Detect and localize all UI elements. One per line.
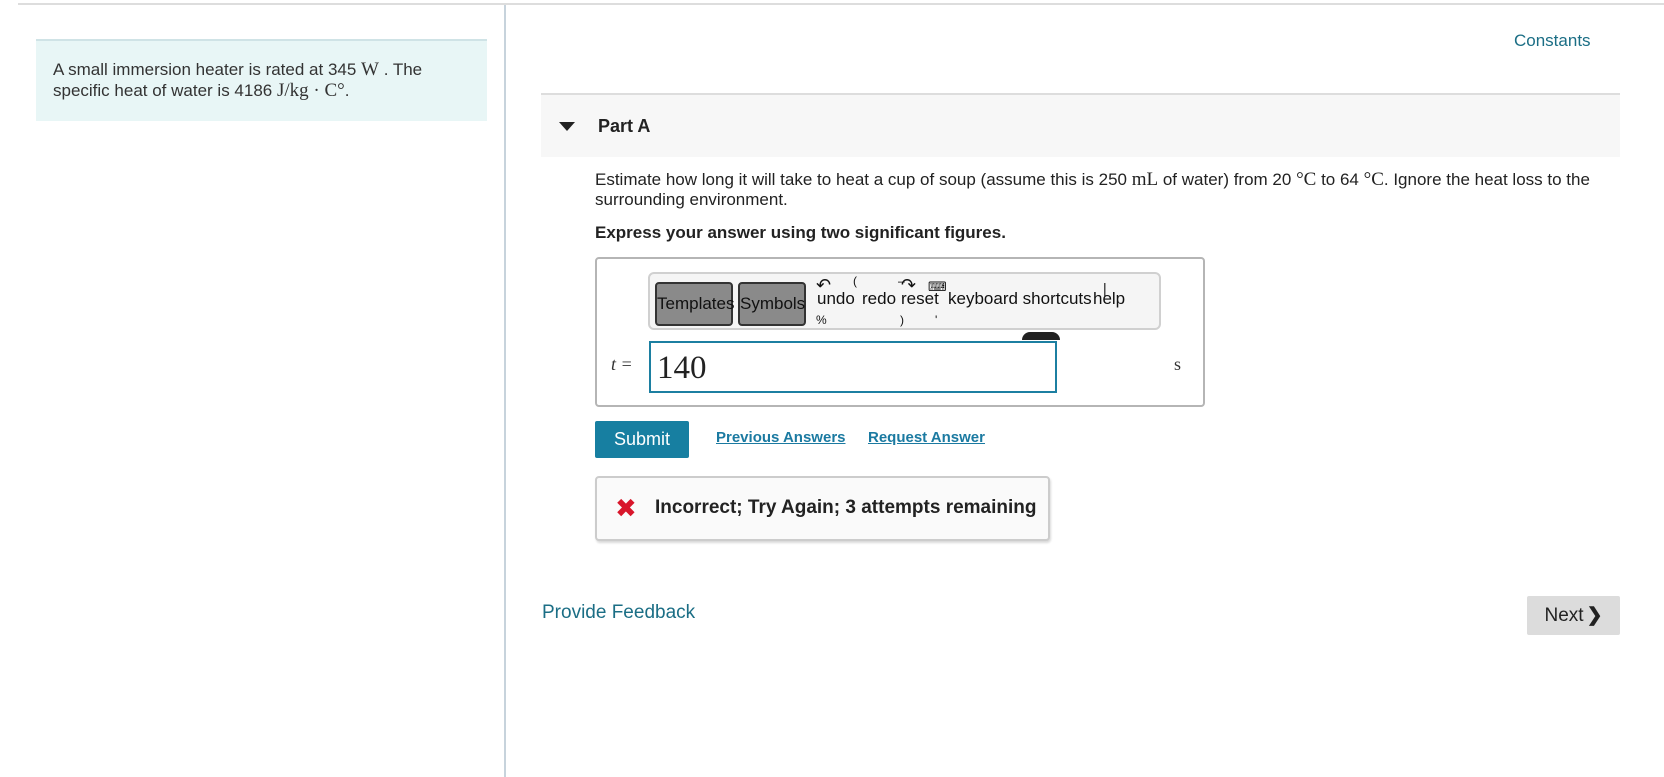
toolbar-glyph-fragment: % <box>816 313 827 327</box>
specific-heat-unit: J/kg · C° <box>276 80 345 101</box>
math-toolbar: Templates Symbols ↶ ( – ↷ ⌨ undo redo re… <box>648 272 1161 340</box>
previous-answers-link[interactable]: Previous Answers <box>716 429 846 446</box>
redo-button[interactable]: redo <box>862 289 896 309</box>
undo-button[interactable]: undo <box>817 289 855 309</box>
part-title: Part A <box>598 116 651 136</box>
help-button[interactable]: help <box>1093 289 1125 309</box>
power-unit: W <box>361 59 379 80</box>
question-segment: of water) from 20 <box>1158 170 1297 189</box>
next-button[interactable]: Next ❯ <box>1527 596 1620 635</box>
provide-feedback-link[interactable]: Provide Feedback <box>542 602 695 624</box>
temperature-unit: °C <box>1296 169 1317 190</box>
constants-link[interactable]: Constants <box>1514 31 1591 51</box>
x-mark-icon: ✖ <box>615 493 637 523</box>
chevron-right-icon: ❯ <box>1586 605 1603 626</box>
toolbar-glyph-fragment: ) <box>900 313 904 327</box>
feedback-box: ✖ Incorrect; Try Again; 3 attempts remai… <box>595 476 1050 541</box>
next-label: Next <box>1544 605 1584 626</box>
top-rule <box>18 3 1664 5</box>
symbols-button[interactable]: Symbols <box>738 282 806 326</box>
answer-input[interactable]: 140 <box>649 341 1057 393</box>
volume-unit: mL <box>1131 169 1159 190</box>
problem-statement: A small immersion heater is rated at 345… <box>36 39 487 121</box>
toolbar-glyph-fragment: | <box>1103 280 1107 296</box>
problem-text-pre: A small immersion heater is rated at 345 <box>53 60 362 79</box>
unit-label: s <box>1174 354 1182 374</box>
temperature-unit: °C <box>1363 169 1384 190</box>
answer-instructions: Express your answer using two significan… <box>595 223 1006 242</box>
question-segment: Estimate how long it will take to heat a… <box>595 170 1132 189</box>
answer-box: Templates Symbols ↶ ( – ↷ ⌨ undo redo re… <box>595 257 1205 407</box>
part-header[interactable]: Part A <box>541 93 1620 157</box>
toolbar-glyph-fragment: ' <box>935 313 938 327</box>
templates-button[interactable]: Templates <box>655 282 734 326</box>
submit-button[interactable]: Submit <box>595 421 689 458</box>
reset-button[interactable]: reset <box>901 289 939 309</box>
question-text: Estimate how long it will take to heat a… <box>595 170 1615 210</box>
toolbar-glyph-fragment: ( <box>853 274 857 288</box>
problem-text-end: . <box>344 81 350 100</box>
feedback-message: Incorrect; Try Again; 3 attempts remaini… <box>655 497 1037 518</box>
variable-label: t = <box>611 354 633 374</box>
request-answer-link[interactable]: Request Answer <box>868 429 985 446</box>
question-segment: to 64 <box>1316 170 1364 189</box>
collapse-caret-icon[interactable] <box>559 122 575 131</box>
keyboard-shortcuts-button[interactable]: keyboard shortcuts <box>948 289 1092 309</box>
pane-divider <box>504 5 506 777</box>
toolbar-overflow-indicator <box>1022 332 1060 340</box>
